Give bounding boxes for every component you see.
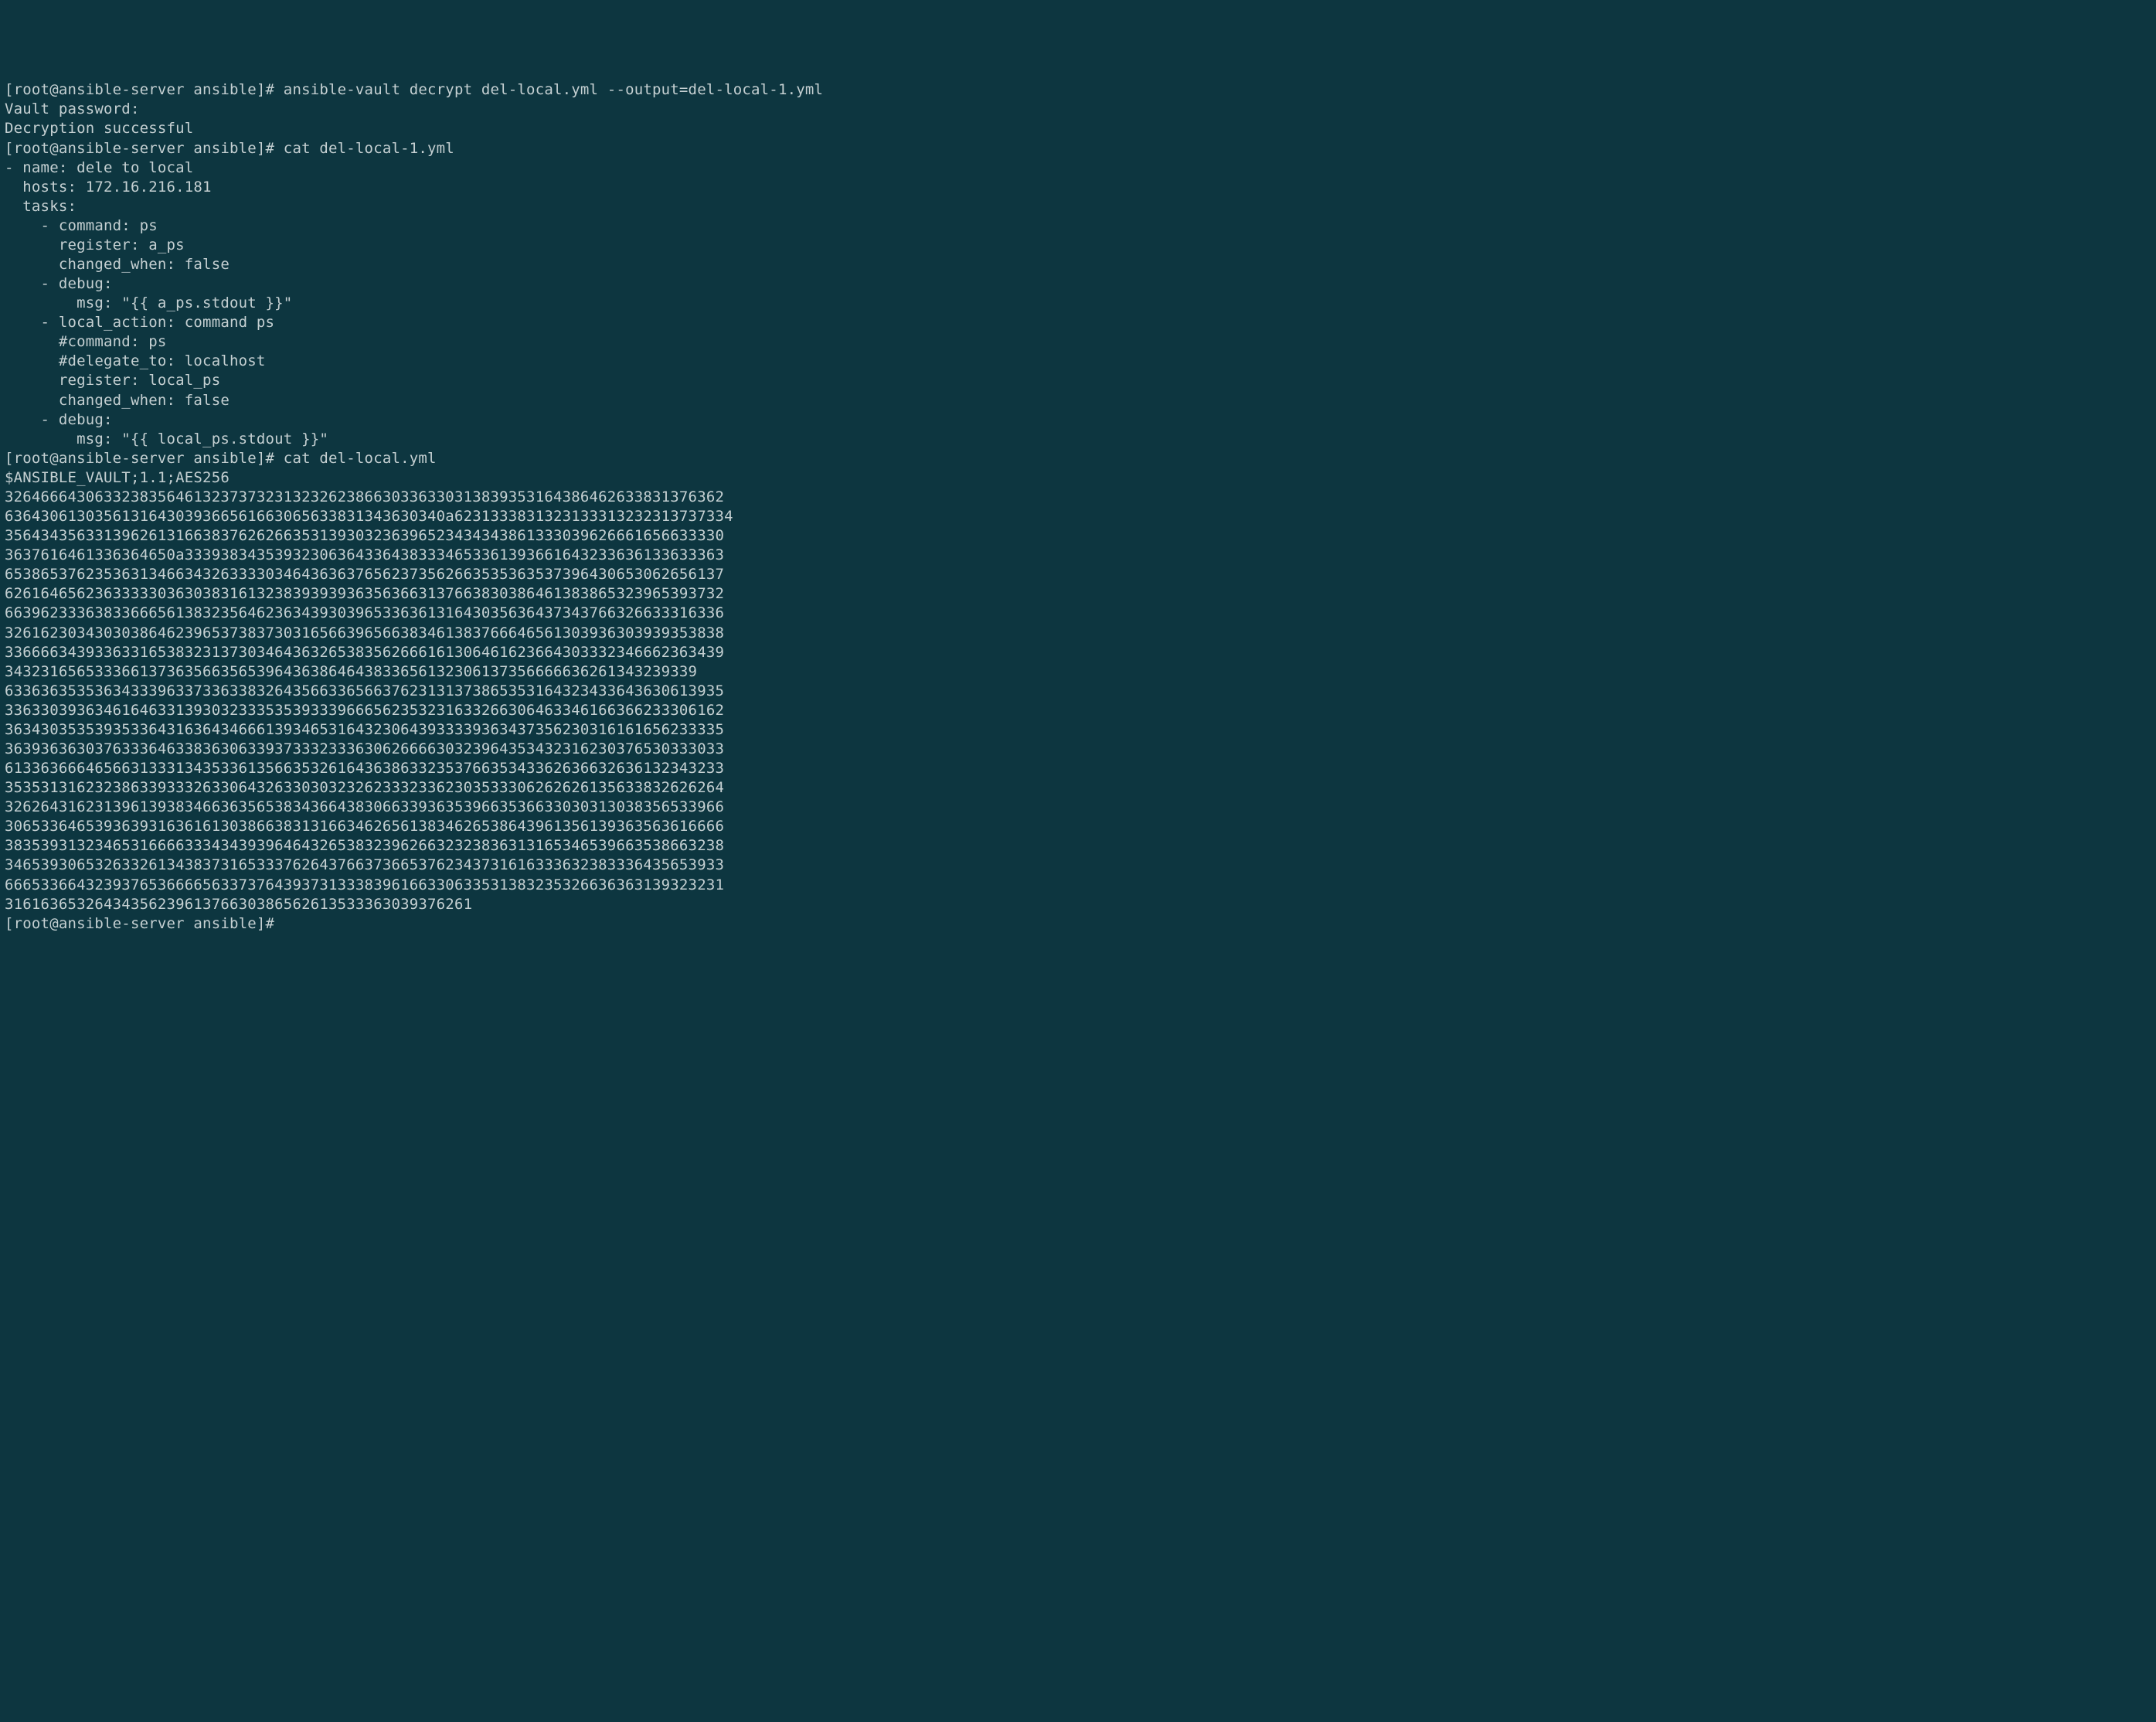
terminal-line: - local_action: command ps xyxy=(5,313,2151,332)
terminal-line: 3634303535393533643163643466613934653164… xyxy=(5,720,2151,740)
terminal-line: 3065336465393639316361613038663831316634… xyxy=(5,817,2151,836)
terminal-line: 3637616461336364650a33393834353932306364… xyxy=(5,546,2151,565)
terminal-line: 6639623336383366656138323564623634393039… xyxy=(5,604,2151,623)
terminal-line: register: a_ps xyxy=(5,236,2151,255)
terminal-line: 3363303936346164633139303233353539333966… xyxy=(5,701,2151,720)
terminal-line: msg: "{{ local_ps.stdout }}" xyxy=(5,430,2151,449)
terminal-line: 3261623034303038646239653738373031656639… xyxy=(5,624,2151,643)
terminal-line: hosts: 172.16.216.181 xyxy=(5,178,2151,197)
terminal-line: $ANSIBLE_VAULT;1.1;AES256 xyxy=(5,468,2151,488)
terminal-line: #command: ps xyxy=(5,332,2151,352)
terminal-line: [root@ansible-server ansible]# ansible-v… xyxy=(5,80,2151,100)
terminal-line: 6665336643239376536666563373764393731333… xyxy=(5,876,2151,895)
terminal-line: - debug: xyxy=(5,410,2151,430)
terminal-line: register: local_ps xyxy=(5,371,2151,390)
terminal-line: #delegate_to: localhost xyxy=(5,352,2151,371)
terminal-line: [root@ansible-server ansible]# cat del-l… xyxy=(5,139,2151,158)
terminal-line: 3262643162313961393834663635653834366438… xyxy=(5,798,2151,817)
terminal-line: 6364306130356131643039366561663065633831… xyxy=(5,507,2151,526)
terminal-line: 3432316565333661373635663565396436386464… xyxy=(5,662,2151,682)
terminal-line: - debug: xyxy=(5,274,2151,294)
terminal-line: changed_when: false xyxy=(5,391,2151,410)
terminal-line: 6133636664656631333134353361356635326164… xyxy=(5,759,2151,778)
terminal-line: 3835393132346531666633343439396464326538… xyxy=(5,836,2151,856)
terminal-output[interactable]: [root@ansible-server ansible]# ansible-v… xyxy=(5,80,2151,933)
terminal-prompt[interactable]: [root@ansible-server ansible]# xyxy=(5,914,2151,934)
terminal-line: [root@ansible-server ansible]# cat del-l… xyxy=(5,449,2151,468)
terminal-line: - name: dele to local xyxy=(5,158,2151,178)
terminal-line: 3564343563313962613166383762626635313930… xyxy=(5,526,2151,546)
terminal-line: tasks: xyxy=(5,197,2151,216)
terminal-line: 6538653762353631346634326333303464363637… xyxy=(5,565,2151,584)
terminal-line: Vault password: xyxy=(5,100,2151,119)
terminal-line: 3366663439336331653832313730346436326538… xyxy=(5,643,2151,662)
terminal-line: changed_when: false xyxy=(5,255,2151,274)
terminal-line: 6261646562363333303630383161323839393936… xyxy=(5,584,2151,604)
terminal-line: 3465393065326332613438373165333762643766… xyxy=(5,856,2151,875)
terminal-line: 6336363535363433396337336338326435663365… xyxy=(5,682,2151,701)
terminal-line: Decryption successful xyxy=(5,119,2151,138)
terminal-line: msg: "{{ a_ps.stdout }}" xyxy=(5,294,2151,313)
terminal-line: 3535313162323863393332633064326330303232… xyxy=(5,778,2151,798)
terminal-line: 3161636532643435623961376630386562613533… xyxy=(5,895,2151,914)
terminal-line: 3639363630376333646338363063393733323336… xyxy=(5,740,2151,759)
terminal-line: 3264666430633238356461323737323132326238… xyxy=(5,488,2151,507)
terminal-line: - command: ps xyxy=(5,216,2151,236)
